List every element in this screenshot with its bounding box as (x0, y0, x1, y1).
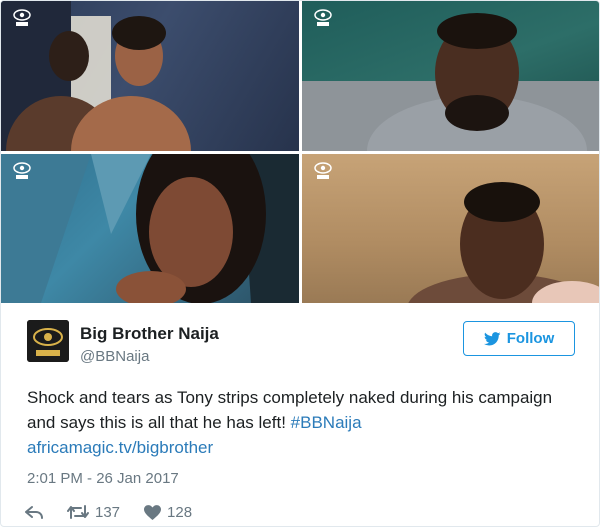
photo-3-scene (1, 154, 299, 303)
photo-1-scene (1, 1, 191, 151)
bbnaija-watermark-icon (13, 9, 31, 26)
photo-housemates-4[interactable] (302, 154, 599, 303)
follow-label: Follow (506, 330, 555, 347)
timestamp[interactable]: 2:01 PM - 26 Jan 2017 (27, 470, 179, 487)
hashtag-link[interactable]: #BBNaija (291, 413, 362, 432)
bbnaija-eye-logo (27, 320, 69, 362)
like-button[interactable]: 128 (144, 504, 192, 521)
follow-button[interactable]: Follow (463, 321, 575, 356)
photo-2-scene (302, 13, 599, 151)
bbnaija-watermark-icon (314, 162, 332, 179)
photo-grid (1, 1, 599, 303)
photo-housemates-2[interactable] (302, 1, 599, 151)
photo-4-scene (408, 182, 599, 303)
author-handle[interactable]: @BBNaija (80, 348, 149, 365)
photo-housemates-3[interactable] (1, 154, 299, 303)
reply-button[interactable] (25, 504, 43, 520)
external-link[interactable]: africamagic.tv/bigbrother (27, 438, 213, 457)
reply-icon (25, 506, 43, 519)
bbnaija-watermark-icon (314, 9, 332, 26)
tweet-actions: 137 128 (25, 501, 216, 523)
tweet-body: Shock and tears as Tony strips completel… (27, 388, 553, 432)
author-name[interactable]: Big Brother Naija (80, 324, 219, 344)
tweet-text: Shock and tears as Tony strips completel… (27, 385, 572, 460)
retweet-icon (67, 505, 89, 519)
heart-icon (144, 504, 162, 520)
bbnaija-watermark-icon (13, 162, 31, 179)
like-count: 128 (167, 503, 193, 521)
retweet-count: 137 (95, 503, 121, 521)
photo-housemates-1[interactable] (1, 1, 299, 151)
tweet-card: Big Brother Naija @BBNaija Follow Shock … (0, 0, 600, 527)
retweet-button[interactable]: 137 (67, 504, 120, 521)
twitter-bird-icon (483, 331, 501, 345)
avatar[interactable] (27, 320, 69, 362)
